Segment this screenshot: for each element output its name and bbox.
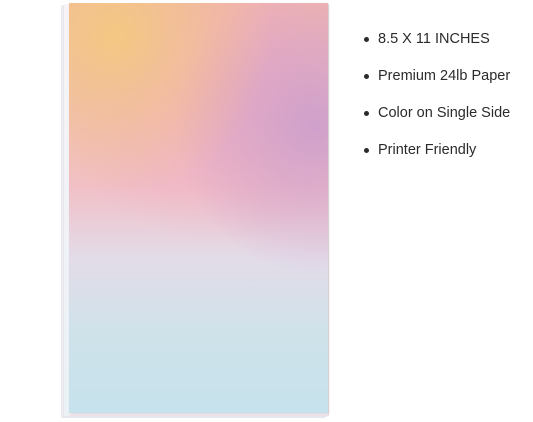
- feature-item: Printer Friendly: [364, 140, 510, 177]
- gradient-paper-sheet: [69, 3, 328, 413]
- feature-text: Premium 24lb Paper: [378, 68, 511, 84]
- feature-text: 8.5 X 11 INCHES: [378, 31, 490, 47]
- bullet-icon: [364, 111, 369, 116]
- bullet-icon: [364, 148, 369, 153]
- bullet-icon: [364, 37, 369, 42]
- feature-list: 8.5 X 11 INCHES Premium 24lb Paper Color…: [364, 29, 510, 177]
- feature-item: 8.5 X 11 INCHES: [364, 29, 510, 66]
- feature-item: Color on Single Side: [364, 103, 510, 140]
- bullet-icon: [364, 74, 369, 79]
- feature-item: Premium 24lb Paper: [364, 66, 510, 103]
- feature-text: Printer Friendly: [378, 142, 477, 158]
- feature-text: Color on Single Side: [378, 105, 511, 121]
